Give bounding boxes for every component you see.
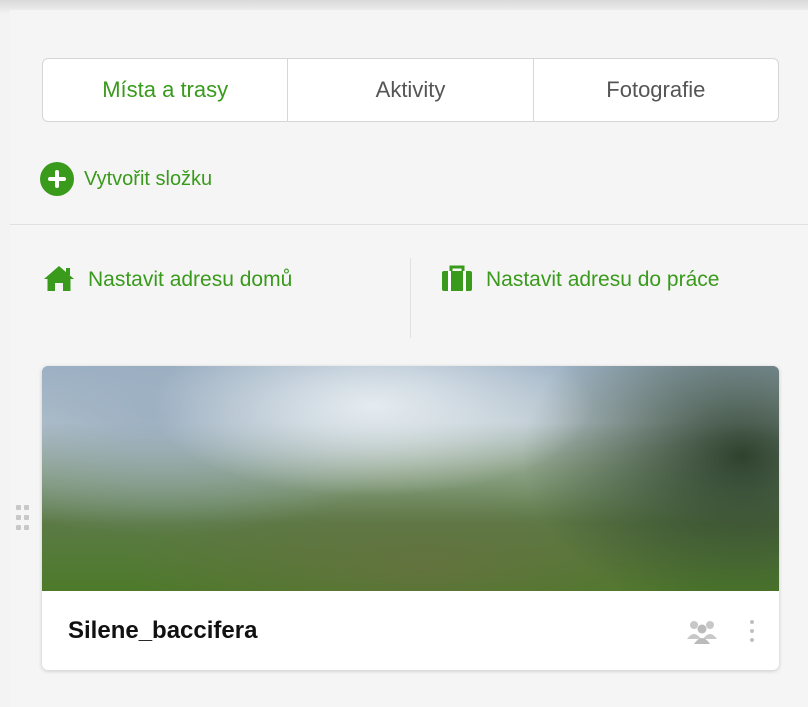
set-work-address-button[interactable]: Nastavit adresu do práce — [440, 262, 719, 298]
drag-handle-icon[interactable] — [16, 505, 32, 535]
tab-photos[interactable]: Fotografie — [534, 59, 778, 121]
home-icon — [42, 263, 76, 298]
section-divider — [10, 224, 808, 225]
folder-card[interactable]: Silene_baccifera — [42, 366, 779, 670]
set-home-address-button[interactable]: Nastavit adresu domů — [42, 262, 292, 298]
card-title: Silene_baccifera — [68, 616, 258, 644]
card-footer: Silene_baccifera — [42, 591, 779, 670]
create-folder-button[interactable]: Vytvořit složku — [40, 160, 212, 198]
set-work-address-label: Nastavit adresu do práce — [486, 268, 720, 291]
tab-places-routes[interactable]: Místa a trasy — [43, 59, 289, 121]
set-home-address-label: Nastavit adresu domů — [88, 268, 293, 291]
address-divider — [410, 258, 411, 338]
tab-bar: Místa a trasy Aktivity Fotografie — [42, 58, 779, 122]
tab-activities[interactable]: Aktivity — [288, 59, 534, 121]
plus-circle-icon — [40, 162, 74, 196]
create-folder-label: Vytvořit složku — [84, 167, 213, 190]
more-vertical-icon[interactable] — [749, 619, 755, 642]
briefcase-icon — [440, 263, 474, 298]
group-icon[interactable] — [685, 617, 719, 645]
card-cover-image — [42, 366, 779, 591]
